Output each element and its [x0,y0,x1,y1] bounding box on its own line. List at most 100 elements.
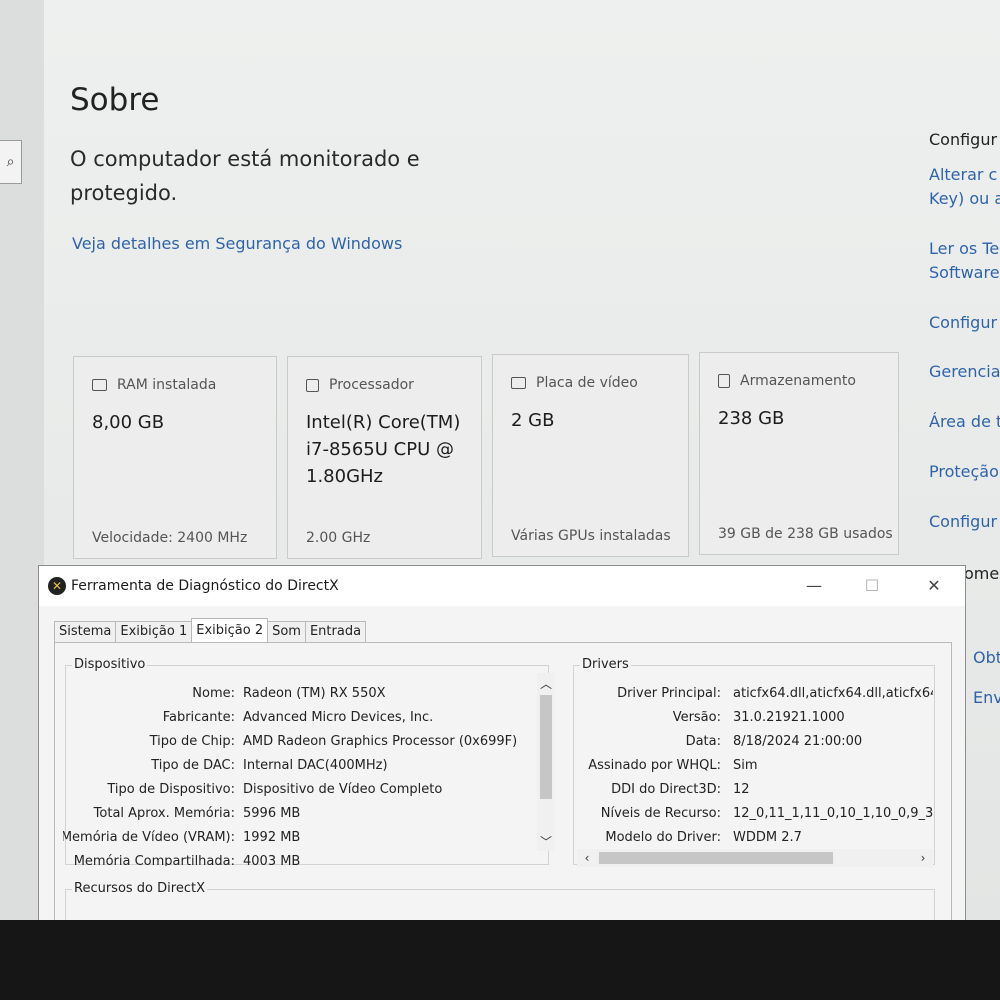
device-row: Nome: Radeon (TM) RX 550X [63,686,533,706]
device-row: Memória Compartilhada: 4003 MB [63,854,533,866]
device-value: 5996 MB [243,806,301,821]
device-key: Total Aprox. Memória: [93,806,235,821]
device-list[interactable]: Nome: Radeon (TM) RX 550X Fabricante: Adva… [63,686,533,866]
close-button[interactable]: ✕ [919,574,949,598]
close-icon: ✕ [927,576,941,595]
ram-icon [92,379,107,391]
driver-value: 12_0,11_1,11_0,10_1,10_0,9_3 [733,806,933,821]
minimize-button[interactable]: — [799,574,829,598]
driver-key: Modelo do Driver: [605,830,721,845]
device-value: Radeon (TM) RX 550X [243,686,386,701]
device-key: Nome: [192,686,235,701]
maximize-button[interactable]: ☐ [857,574,887,598]
device-value: 4003 MB [243,854,301,866]
spec-card-processor: Processador Intel(R) Core(TM) i7-8565U C… [287,356,482,559]
spec-label: Placa de vídeo [536,375,638,391]
driver-key: Versão: [672,710,721,725]
spec-footer: Várias GPUs instaladas [511,528,671,544]
related-settings-heading: Configur [929,130,998,149]
spec-value: 238 GB [718,408,785,429]
tab-panel: Dispositivo Nome: Radeon (TM) RX 550X Fab… [54,642,952,920]
spec-footer: 2.00 GHz [306,530,371,546]
settings-screen: ⌕ Sobre O computador está monitorado e p… [0,0,1000,920]
scroll-thumb[interactable] [540,695,552,799]
window-title: Ferramenta de Diagnóstico do DirectX [71,578,339,594]
device-key: Fabricante: [162,710,235,725]
driver-row: Data: 8/18/2024 21:00:00 [575,734,933,754]
driver-key: Assinado por WHQL: [588,758,721,773]
group-label: Dispositivo [72,657,148,672]
directx-logo-icon: ✕ [48,577,66,595]
drivers-list[interactable]: Driver Principal: aticfx64.dll,aticfx64.d… [575,686,933,856]
search-icon: ⌕ [6,154,15,170]
spec-footer: 39 GB de 238 GB usados [718,526,893,542]
related-link[interactable]: Alterar c [929,163,997,187]
group-label: Recursos do DirectX [72,881,207,896]
directx-diagnostic-window: ✕ Ferramenta de Diagnóstico do DirectX —… [38,565,966,920]
spec-label: RAM instalada [117,377,217,393]
directx-resources-group: Recursos do DirectX [65,881,935,920]
related-link[interactable]: Software [929,261,1000,285]
scroll-right-icon[interactable]: › [915,851,931,865]
device-row: Tipo de Chip: AMD Radeon Graphics Process… [63,734,533,754]
related-link[interactable]: Configur [929,311,997,335]
driver-value: WDDM 2.7 [733,830,802,845]
driver-value: aticfx64.dll,aticfx64.dll,aticfx64.c [733,686,933,701]
tab-entrada[interactable]: Entrada [304,621,367,642]
device-key: Memória Compartilhada: [73,854,235,866]
spec-label: Processador [329,377,414,393]
tab-exibicao-1[interactable]: Exibição 1 [115,621,193,642]
spec-card-ram: RAM instalada 8,00 GB Velocidade: 2400 M… [73,356,277,559]
window-titlebar[interactable]: ✕ Ferramenta de Diagnóstico do DirectX —… [39,566,965,606]
related-link[interactable]: Env [973,686,1000,710]
related-link[interactable]: Obt [973,646,1000,670]
drivers-horizontal-scrollbar[interactable]: ‹ › [577,849,933,867]
device-row: Total Aprox. Memória: 5996 MB [63,806,533,826]
related-link[interactable]: Gerencia [929,360,1000,384]
device-row: Fabricante: Advanced Micro Devices, Inc. [63,710,533,730]
tab-som[interactable]: Som [267,621,306,642]
driver-row: Versão: 31.0.21921.1000 [575,710,933,730]
driver-key: Níveis de Recurso: [600,806,721,821]
driver-row: Níveis de Recurso: 12_0,11_1,11_0,10_1,10… [575,806,933,826]
driver-key: Driver Principal: [617,686,721,701]
spec-value: 2 GB [511,410,555,431]
security-details-link[interactable]: Veja detalhes em Segurança do Windows [72,234,402,253]
processor-icon [306,378,319,392]
device-key: Tipo de Dispositivo: [107,782,235,797]
related-link[interactable]: Key) ou a [929,187,1000,211]
scroll-left-icon[interactable]: ‹ [579,851,595,865]
scroll-up-icon[interactable]: ︿ [538,675,554,692]
protection-status: O computador está monitorado e protegido… [70,147,420,205]
related-link[interactable]: Ler os Te [929,237,999,261]
group-label: Drivers [580,657,631,672]
device-row: Memória de Vídeo (VRAM): 1992 MB [63,830,533,850]
device-vertical-scrollbar[interactable]: ︿ ﹀ [537,673,555,851]
related-link[interactable]: omea [964,562,1000,586]
driver-value: Sim [733,758,758,773]
related-link[interactable]: Área de t [929,410,1000,434]
device-key: Memória de Vídeo (VRAM): [63,830,235,845]
tab-exibicao-2[interactable]: Exibição 2 [191,618,269,642]
storage-icon [718,374,730,388]
spec-card-gpu: Placa de vídeo 2 GB Várias GPUs instalad… [492,354,689,557]
related-link[interactable]: Proteção [929,460,999,484]
driver-value: 12 [733,782,750,797]
driver-value: 31.0.21921.1000 [733,710,845,725]
device-row: Tipo de Dispositivo: Dispositivo de Vídeo… [63,782,533,802]
driver-key: DDI do Direct3D: [611,782,721,797]
search-button[interactable]: ⌕ [0,140,22,184]
tab-sistema[interactable]: Sistema [54,621,117,642]
spec-value: Intel(R) Core(TM) i7-8565U CPU @ 1.80GHz [306,412,461,487]
device-row: Tipo de DAC: Internal DAC(400MHz) [63,758,533,778]
scroll-thumb[interactable] [599,852,833,864]
page-title: Sobre [70,82,160,118]
related-link[interactable]: Configur [929,510,997,534]
gpu-icon [511,377,526,389]
maximize-icon: ☐ [864,576,880,595]
driver-value: 8/18/2024 21:00:00 [733,734,863,749]
device-value: Dispositivo de Vídeo Completo [243,782,443,797]
minimize-icon: — [806,576,822,595]
tab-bar: Sistema Exibição 1 Exibição 2 Som Entrad… [54,618,367,643]
scroll-down-icon[interactable]: ﹀ [538,833,554,850]
